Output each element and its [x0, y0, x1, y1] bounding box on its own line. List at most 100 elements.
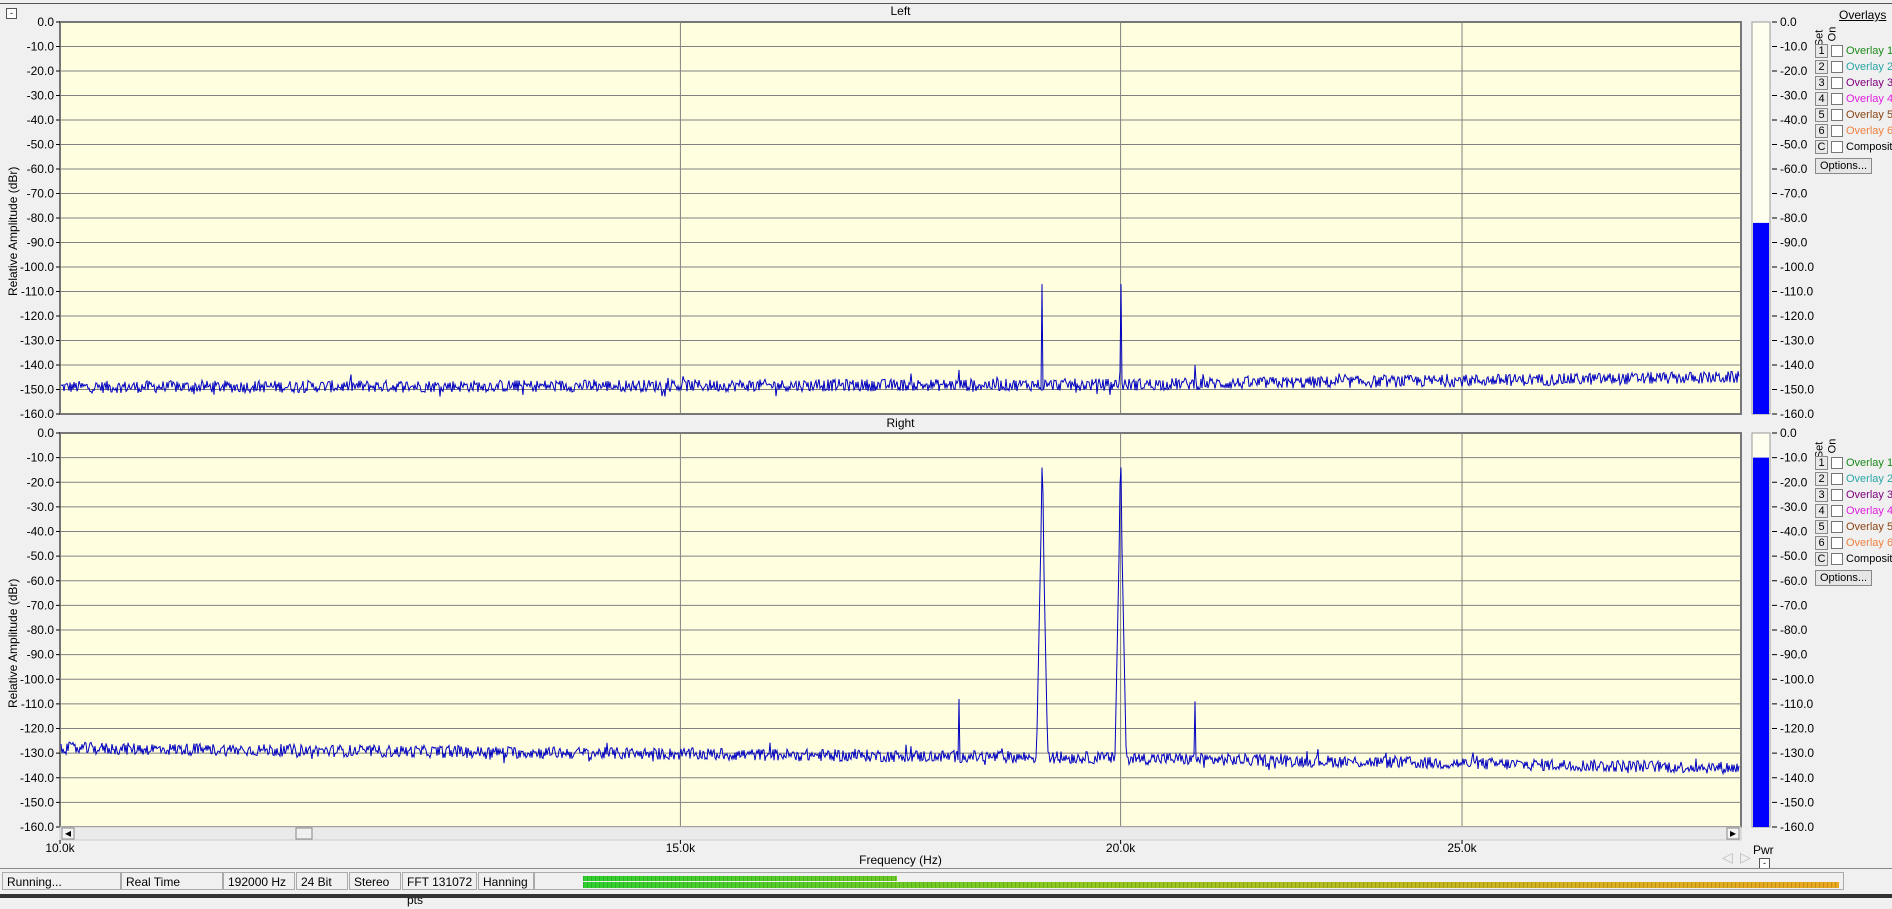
options-button[interactable]: Options...	[1815, 570, 1873, 586]
y-tick-label: -30.0	[27, 500, 55, 514]
scroll-right-arrow-icon[interactable]: ▷	[1740, 849, 1751, 866]
plot-left: 0.0 0.0 -10.0 -10.0 -20.0 -20.0 -30.0 -30.0 -40.…	[20, 15, 1814, 421]
y-tick-label: -130.0	[20, 334, 54, 348]
spectrum-plots: 0.0 0.0 -10.0 -10.0 -20.0 -20.0 -30.0 -30.0 -40.…	[20, 15, 1814, 844]
overlay-on-checkbox[interactable]	[1831, 489, 1843, 501]
y-tick-label: -60.0	[27, 574, 55, 588]
overlay-on-checkbox[interactable]	[1831, 537, 1843, 549]
input-level-bar-bottom	[583, 882, 1839, 888]
overlay-set-button[interactable]: 4	[1815, 92, 1828, 106]
meter-scale-label: -80.0	[1780, 623, 1808, 637]
y-tick-label: -70.0	[27, 187, 55, 201]
y-tick-label: -10.0	[27, 451, 55, 465]
options-button[interactable]: Options...	[1815, 158, 1873, 174]
overlay-on-checkbox[interactable]	[1831, 77, 1843, 89]
overlay-on-checkbox[interactable]	[1831, 553, 1843, 565]
y-tick-label: -80.0	[27, 623, 55, 637]
status-window: Hanning	[478, 872, 534, 890]
overlay-set-button[interactable]: 5	[1815, 108, 1828, 122]
meter-scale-label: -100.0	[1780, 672, 1814, 686]
meter-scale-label: -40.0	[1780, 525, 1808, 539]
overlay-label: Overlay 3	[1846, 77, 1892, 89]
meter-scale-label: -30.0	[1780, 89, 1808, 103]
meter-scale-label: -20.0	[1780, 64, 1808, 78]
y-tick-label: -140.0	[20, 358, 54, 372]
y-tick-label: -110.0	[21, 697, 54, 711]
meter-label: Pwr	[1753, 843, 1774, 857]
overlay-set-button[interactable]: 3	[1815, 76, 1828, 90]
overlay-label: Overlay 1	[1846, 457, 1892, 469]
meter-scale-label: -70.0	[1780, 187, 1808, 201]
meter-scale-label: -150.0	[1780, 383, 1814, 397]
overlay-label: Overlay 5	[1846, 521, 1892, 533]
overlay-on-checkbox[interactable]	[1831, 505, 1843, 517]
meter-scale-label: -150.0	[1780, 795, 1814, 809]
overlay-set-button[interactable]: 5	[1815, 520, 1828, 534]
horizontal-scrollbar[interactable]: ◂ ▸	[59, 826, 1742, 841]
meter-scale-label: -100.0	[1780, 260, 1814, 274]
overlay-on-checkbox[interactable]	[1831, 109, 1843, 121]
y-tick-label: -120.0	[20, 309, 54, 323]
y-tick-label: -20.0	[27, 475, 55, 489]
y-tick-label: -20.0	[27, 64, 55, 78]
overlay-on-checkbox[interactable]	[1831, 473, 1843, 485]
meter-scale-label: -50.0	[1780, 549, 1808, 563]
y-tick-label: 0.0	[37, 426, 54, 440]
overlay-set-button[interactable]: 2	[1815, 60, 1828, 74]
scroll-left-arrow-icon[interactable]: ◁	[1722, 849, 1733, 866]
overlay-label: Overlay 4	[1846, 93, 1892, 105]
overlay-on-checkbox[interactable]	[1831, 61, 1843, 73]
y-tick-label: -140.0	[20, 771, 54, 785]
overlay-on-checkbox[interactable]	[1831, 521, 1843, 533]
overlay-on-checkbox[interactable]	[1831, 457, 1843, 469]
meter-scale-label: -160.0	[1780, 820, 1814, 834]
overlay-label: Overlay 4	[1846, 505, 1892, 517]
meter-scale-label: -140.0	[1780, 358, 1814, 372]
overlay-on-checkbox[interactable]	[1831, 125, 1843, 137]
overlay-row: 4 Overlay 4	[1815, 504, 1892, 518]
on-column-header: On	[1826, 438, 1839, 454]
meter-scale-label: -110.0	[1780, 285, 1813, 299]
overlay-set-button[interactable]: 6	[1815, 536, 1828, 550]
meter-scale-label: -20.0	[1780, 475, 1808, 489]
y-tick-label: -150.0	[20, 383, 54, 397]
input-level-meter	[534, 872, 1844, 890]
meter-scale-label: -30.0	[1780, 500, 1808, 514]
overlay-set-button[interactable]: 3	[1815, 488, 1828, 502]
overlay-set-button[interactable]: 6	[1815, 124, 1828, 138]
y-tick-label: -100.0	[20, 672, 54, 686]
taskbar-edge	[0, 894, 1892, 898]
overlay-set-button[interactable]: C	[1815, 552, 1828, 566]
overlay-set-button[interactable]: C	[1815, 140, 1828, 154]
overlay-label: Overlay 6	[1846, 125, 1892, 137]
overlay-label: Overlay 3	[1846, 489, 1892, 501]
y-tick-label: -130.0	[20, 746, 54, 760]
meter-scale-label: -120.0	[1780, 309, 1814, 323]
overlay-on-checkbox[interactable]	[1831, 45, 1843, 57]
overlay-on-checkbox[interactable]	[1831, 141, 1843, 153]
overlay-row: 4 Overlay 4	[1815, 92, 1892, 106]
meter-scale-label: -50.0	[1780, 138, 1808, 152]
meter-scale-label: -160.0	[1780, 407, 1814, 421]
x-axis-label: Frequency (Hz)	[859, 853, 942, 867]
scroll-left-icon: ◂	[65, 826, 71, 840]
scrollbar-thumb[interactable]	[295, 827, 313, 840]
status-mode: Real Time	[121, 872, 223, 890]
overlay-on-checkbox[interactable]	[1831, 93, 1843, 105]
y-tick-label: -160.0	[20, 407, 54, 421]
meter-scale-label: -80.0	[1780, 211, 1808, 225]
meter-scale-label: 0.0	[1780, 15, 1797, 29]
overlay-set-button[interactable]: 1	[1815, 44, 1828, 58]
overlay-set-button[interactable]: 1	[1815, 456, 1828, 470]
overlay-set-button[interactable]: 4	[1815, 504, 1828, 518]
overlay-label: Composite	[1846, 141, 1892, 153]
on-column-header: On	[1826, 26, 1839, 42]
y-tick-label: -50.0	[27, 138, 55, 152]
overlay-row: 5 Overlay 5	[1815, 108, 1892, 122]
y-tick-label: -60.0	[27, 162, 55, 176]
overlay-set-button[interactable]: 2	[1815, 472, 1828, 486]
meter-scale-label: -120.0	[1780, 722, 1814, 736]
overlay-label: Overlay 1	[1846, 45, 1892, 57]
y-tick-label: -160.0	[20, 820, 54, 834]
y-tick-label: -10.0	[27, 40, 55, 54]
